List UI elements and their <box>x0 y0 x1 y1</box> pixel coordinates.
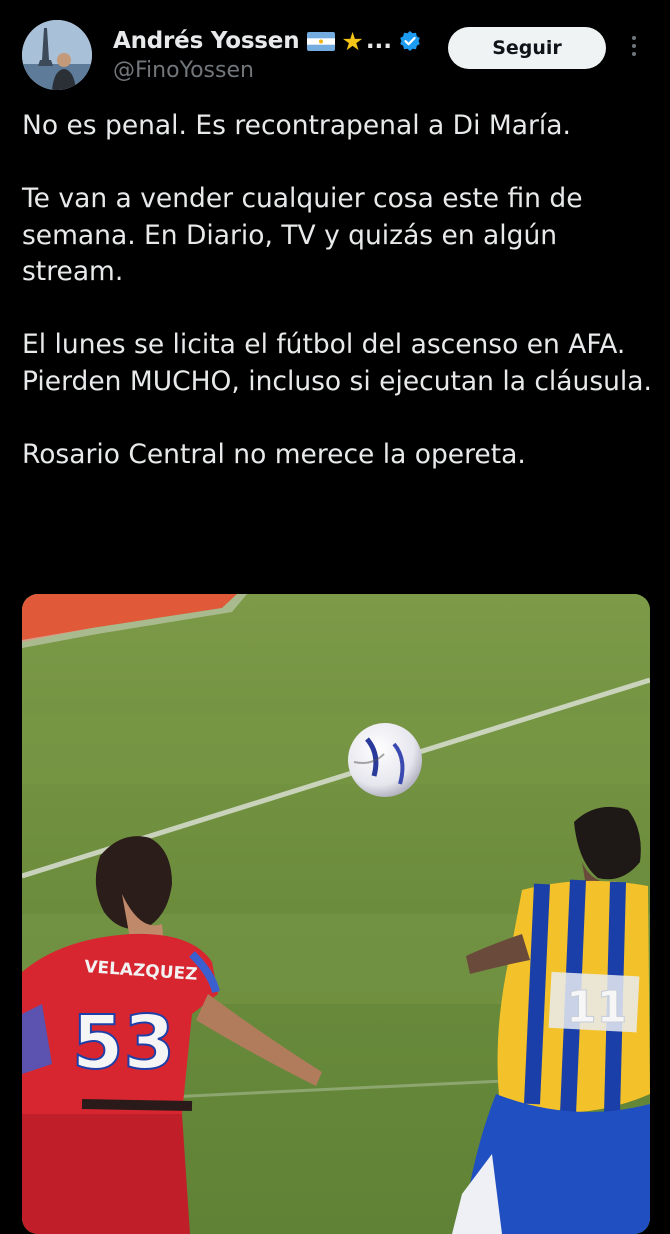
author-name-row: Andrés Yossen ★ ... <box>113 26 421 56</box>
avatar-photo <box>22 20 92 90</box>
author-handle[interactable]: @FinoYossen <box>113 58 254 83</box>
football-photo: VELAZQUEZ 53 11 <box>22 594 650 1234</box>
follow-button[interactable]: Seguir <box>448 27 606 69</box>
more-options-icon[interactable] <box>627 36 641 60</box>
tweet-header: Andrés Yossen ★ ... @FinoYossen Seguir <box>0 0 670 100</box>
verified-badge-icon[interactable] <box>399 30 421 52</box>
name-truncation: ... <box>365 28 393 54</box>
avatar[interactable] <box>22 20 92 90</box>
tweet-paragraph: El lunes se licita el fútbol del ascenso… <box>22 329 652 397</box>
tweet-paragraph: Rosario Central no merece la opereta. <box>22 438 526 470</box>
tweet-paragraph: Te van a vender cualquier cosa este fin … <box>22 183 583 287</box>
soccer-ball <box>348 723 422 797</box>
author-display-name[interactable]: Andrés Yossen <box>113 28 300 54</box>
tweet-paragraph: No es penal. Es recontrapenal a Di María… <box>22 110 571 141</box>
tweet-media-image[interactable]: VELAZQUEZ 53 11 <box>22 594 650 1234</box>
jersey-number: 53 <box>72 1000 175 1086</box>
argentina-flag-icon <box>307 31 336 51</box>
star-emoji-icon: ★ <box>341 26 364 56</box>
tweet-text: No es penal. Es recontrapenal a Di María… <box>22 108 652 510</box>
jersey-number-right: 11 <box>566 982 627 1033</box>
